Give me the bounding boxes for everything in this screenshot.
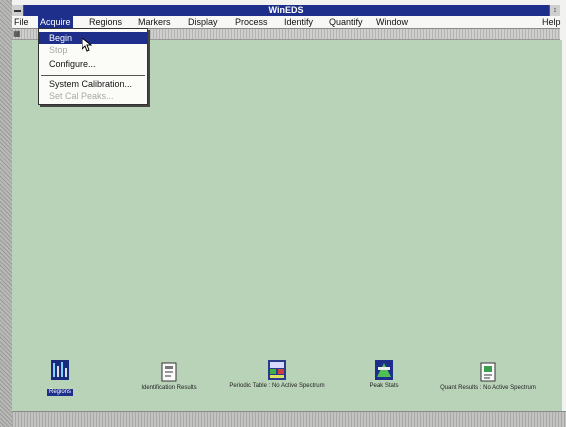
- icon-label-regions: Regions: [46, 389, 73, 396]
- menu-process[interactable]: Process: [233, 16, 270, 28]
- icon-label-identification-results: Identification Results: [141, 385, 197, 391]
- menu-quantify[interactable]: Quantify: [327, 16, 365, 28]
- menu-display[interactable]: Display: [186, 16, 220, 28]
- peak-stats-icon[interactable]: [375, 360, 393, 380]
- icon-label-quant-results: Quant Results : No Active Spectrum: [440, 385, 536, 391]
- mouse-pointer-icon: [81, 36, 93, 52]
- minimized-window-regions[interactable]: Regions: [38, 360, 82, 398]
- icon-label-periodic-table: Periodic Table : No Active Spectrum: [229, 383, 325, 389]
- acquire-menu-dropdown: Begin Stop Configure... System Calibrati…: [38, 28, 148, 105]
- window-title: WinEDS: [268, 5, 304, 15]
- status-strip: [12, 411, 566, 427]
- screen: WinEDS ↕ File Acquire Regions Markers Di…: [0, 0, 566, 427]
- desktop-edge: [0, 0, 12, 427]
- menu-item-set-cal-peaks[interactable]: Set Cal Peaks...: [39, 90, 147, 102]
- menu-regions[interactable]: Regions: [87, 16, 124, 28]
- minimized-window-peak-stats[interactable]: Peak Stats: [356, 360, 412, 390]
- icon-label-peak-stats: Peak Stats: [369, 383, 399, 389]
- restore-button[interactable]: ↕: [549, 5, 560, 16]
- menu-window[interactable]: Window: [374, 16, 410, 28]
- menu-item-system-calibration[interactable]: System Calibration...: [39, 78, 147, 90]
- regions-icon[interactable]: [51, 360, 69, 380]
- system-menu-button[interactable]: [12, 5, 24, 16]
- periodic-table-icon[interactable]: [268, 360, 286, 380]
- toolbar-tool-icon[interactable]: ▦: [13, 29, 21, 39]
- menu-help[interactable]: Help: [540, 16, 563, 28]
- identification-results-icon[interactable]: [160, 362, 178, 382]
- minimized-window-quant-results[interactable]: Quant Results : No Active Spectrum: [438, 362, 538, 392]
- quant-results-icon[interactable]: [479, 362, 497, 382]
- menu-markers[interactable]: Markers: [136, 16, 173, 28]
- minimized-window-identification-results[interactable]: Identification Results: [124, 362, 214, 392]
- menu-identify[interactable]: Identify: [282, 16, 315, 28]
- menu-acquire[interactable]: Acquire: [38, 16, 73, 28]
- menu-item-begin[interactable]: Begin: [39, 32, 147, 44]
- menu-item-configure[interactable]: Configure...: [39, 58, 147, 70]
- title-bar[interactable]: WinEDS ↕: [12, 5, 560, 16]
- menu-file[interactable]: File: [12, 16, 31, 28]
- minimized-window-periodic-table[interactable]: Periodic Table : No Active Spectrum: [227, 360, 327, 390]
- menu-separator: [41, 75, 145, 76]
- menu-item-stop[interactable]: Stop: [39, 44, 147, 56]
